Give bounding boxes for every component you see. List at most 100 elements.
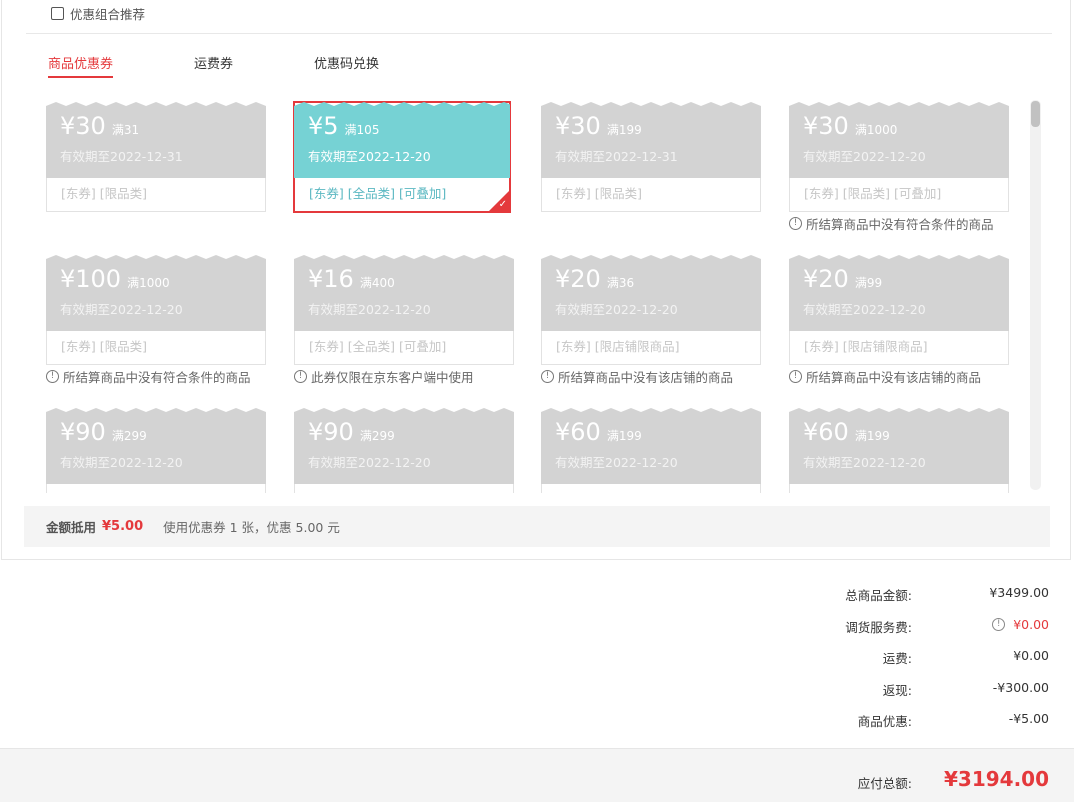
coupon-card[interactable]: ¥30 满1000 有效期至2022-12-20 [东券] [限品类] [可叠加]! 所…: [789, 102, 1009, 233]
coupon-price: ¥60: [555, 418, 601, 446]
coupon-face: ¥5 满105 有效期至2022-12-20: [294, 102, 510, 178]
total-label: 调货服务费:: [845, 619, 912, 635]
coupon-card[interactable]: ¥5 满105 有效期至2022-12-20 [东券] [全品类] [可叠加] ✓: [293, 101, 511, 213]
coupon-condition: 满199: [606, 429, 642, 443]
info-icon: !: [294, 370, 307, 383]
coupon-face: ¥30 满31 有效期至2022-12-31: [46, 102, 266, 178]
coupon-grid: ¥30 满31 有效期至2022-12-31 [东券] [限品类] ¥5 满105 有效期至…: [24, 95, 1026, 493]
total-value: ! ¥0.00: [992, 617, 1049, 632]
coupon-face: ¥20 满36 有效期至2022-12-20: [541, 255, 761, 331]
coupon-tags: [46, 484, 266, 493]
coupon-tags: [789, 484, 1009, 493]
coupon-validity: 有效期至2022-12-31: [555, 149, 678, 164]
summary-label: 金额抵用: [46, 520, 97, 535]
coupon-condition: 满199: [854, 429, 890, 443]
total-value: ¥3499.00: [989, 585, 1049, 600]
total-row: 返现: -¥300.00: [0, 680, 1074, 700]
coupon-face: ¥60 满199 有效期至2022-12-20: [541, 408, 761, 484]
coupon-condition: 满105: [344, 123, 380, 137]
coupon-note-text: 所结算商品中没有该店铺的商品: [558, 370, 734, 385]
coupon-note-text: 所结算商品中没有符合条件的商品: [806, 217, 994, 232]
coupon-amount: ¥5 满105: [308, 112, 496, 140]
coupon-note: ! 所结算商品中没有该店铺的商品: [541, 367, 761, 386]
coupon-card[interactable]: ¥60 满199 有效期至2022-12-20: [789, 408, 1009, 493]
coupon-scrollbar[interactable]: [1030, 100, 1041, 490]
coupon-condition: 满400: [359, 276, 395, 290]
coupon-face: ¥30 满199 有效期至2022-12-31: [541, 102, 761, 178]
total-row: 商品优惠: -¥5.00: [0, 711, 1074, 731]
checkmark-icon: ✓: [498, 199, 507, 210]
coupon-validity: 有效期至2022-12-20: [60, 455, 183, 470]
total-label: 商品优惠:: [857, 714, 912, 729]
pay-amount: ¥3194.00: [943, 767, 1049, 791]
total-value-text: -¥5.00: [1008, 711, 1049, 726]
tab-shipping-coupon[interactable]: 运费券: [194, 56, 233, 78]
total-value-text: ¥0.00: [1013, 648, 1049, 663]
coupon-card[interactable]: ¥90 满299 有效期至2022-12-20: [294, 408, 514, 493]
info-icon[interactable]: !: [992, 617, 1006, 631]
total-label: 运费:: [882, 651, 912, 666]
info-icon: !: [789, 370, 802, 383]
coupon-amount: ¥20 满99: [803, 265, 995, 293]
coupon-validity: 有效期至2022-12-20: [803, 149, 926, 164]
coupon-note: ! 此券仅限在京东客户端中使用: [294, 367, 514, 386]
total-value: -¥300.00: [993, 680, 1049, 695]
total-row: 总商品金额: ¥3499.00: [0, 585, 1074, 605]
tab-product-coupon[interactable]: 商品优惠券: [48, 56, 114, 78]
tab-code-redeem[interactable]: 优惠码兑换: [314, 56, 379, 78]
total-value-text: ¥3499.00: [989, 585, 1049, 600]
pay-bar: 应付总额: ¥3194.00: [0, 748, 1074, 802]
coupon-summary: 金额抵用 ¥5.00 使用优惠券 1 张，优惠 5.00 元: [24, 506, 1050, 547]
coupon-tags: [294, 484, 514, 493]
coupon-amount: ¥90 满299: [60, 418, 252, 446]
coupon-face: ¥30 满1000 有效期至2022-12-20: [789, 102, 1009, 178]
coupon-price: ¥30: [60, 112, 106, 140]
combo-recommend[interactable]: 优惠组合推荐: [51, 4, 145, 22]
coupon-amount: ¥30 满1000: [803, 112, 995, 140]
coupon-card[interactable]: ¥60 满199 有效期至2022-12-20: [541, 408, 761, 493]
coupon-condition: 满99: [854, 276, 883, 290]
coupon-validity: 有效期至2022-12-20: [308, 149, 431, 164]
info-icon: !: [541, 370, 554, 383]
coupon-card[interactable]: ¥100 满1000 有效期至2022-12-20 [东券] [限品类]! 所结算商品中…: [46, 255, 266, 386]
coupon-tags: [东券] [全品类] [可叠加]: [294, 178, 510, 212]
coupon-validity: 有效期至2022-12-20: [803, 455, 926, 470]
coupon-tags: [东券] [全品类] [可叠加]: [294, 331, 514, 365]
info-icon: !: [46, 370, 59, 383]
coupon-note-text: 所结算商品中没有该店铺的商品: [806, 370, 982, 385]
coupon-condition: 满299: [359, 429, 395, 443]
coupon-card[interactable]: ¥20 满99 有效期至2022-12-20 [东券] [限店铺限商品]! 所结算商品中…: [789, 255, 1009, 386]
coupon-validity: 有效期至2022-12-31: [60, 149, 183, 164]
coupon-tags: [东券] [限店铺限商品]: [789, 331, 1009, 365]
coupon-note-text: 所结算商品中没有符合条件的商品: [63, 370, 251, 385]
coupon-validity: 有效期至2022-12-20: [803, 302, 926, 317]
coupon-card[interactable]: ¥20 满36 有效期至2022-12-20 [东券] [限店铺限商品]! 所结算商品中…: [541, 255, 761, 386]
summary-desc: 使用优惠券 1 张，优惠 5.00 元: [163, 520, 340, 535]
coupon-face: ¥90 满299 有效期至2022-12-20: [294, 408, 514, 484]
coupon-amount: ¥90 满299: [308, 418, 500, 446]
coupon-card[interactable]: ¥90 满299 有效期至2022-12-20: [46, 408, 266, 493]
total-row: 调货服务费: ! ¥0.00: [0, 617, 1074, 637]
total-label: 返现:: [882, 682, 912, 698]
coupon-amount: ¥100 满1000: [60, 265, 252, 293]
total-value: ¥0.00: [1013, 648, 1049, 663]
coupon-condition: 满1000: [854, 123, 898, 137]
coupon-face: ¥90 满299 有效期至2022-12-20: [46, 408, 266, 484]
summary-amount: ¥5.00: [102, 519, 144, 534]
coupon-face: ¥16 满400 有效期至2022-12-20: [294, 255, 514, 331]
coupon-price: ¥100: [60, 265, 122, 293]
coupon-card[interactable]: ¥30 满31 有效期至2022-12-31 [东券] [限品类]: [46, 102, 266, 212]
coupon-tags: [541, 484, 761, 493]
coupon-card[interactable]: ¥16 满400 有效期至2022-12-20 [东券] [全品类] [可叠加] ! 此券…: [294, 255, 514, 386]
total-value: -¥5.00: [1009, 711, 1049, 726]
coupon-condition: 满36: [606, 276, 635, 290]
coupon-amount: ¥60 满199: [803, 418, 995, 446]
coupon-card[interactable]: ¥30 满199 有效期至2022-12-31 [东券] [限品类]: [541, 102, 761, 212]
coupon-price: ¥60: [803, 418, 849, 446]
coupon-price: ¥30: [803, 112, 849, 140]
coupon-validity: 有效期至2022-12-20: [555, 455, 678, 470]
combo-checkbox[interactable]: [51, 6, 64, 20]
coupon-price: ¥90: [308, 418, 354, 446]
coupon-scrollbar-thumb[interactable]: [1031, 101, 1040, 127]
coupon-price: ¥20: [555, 265, 601, 293]
